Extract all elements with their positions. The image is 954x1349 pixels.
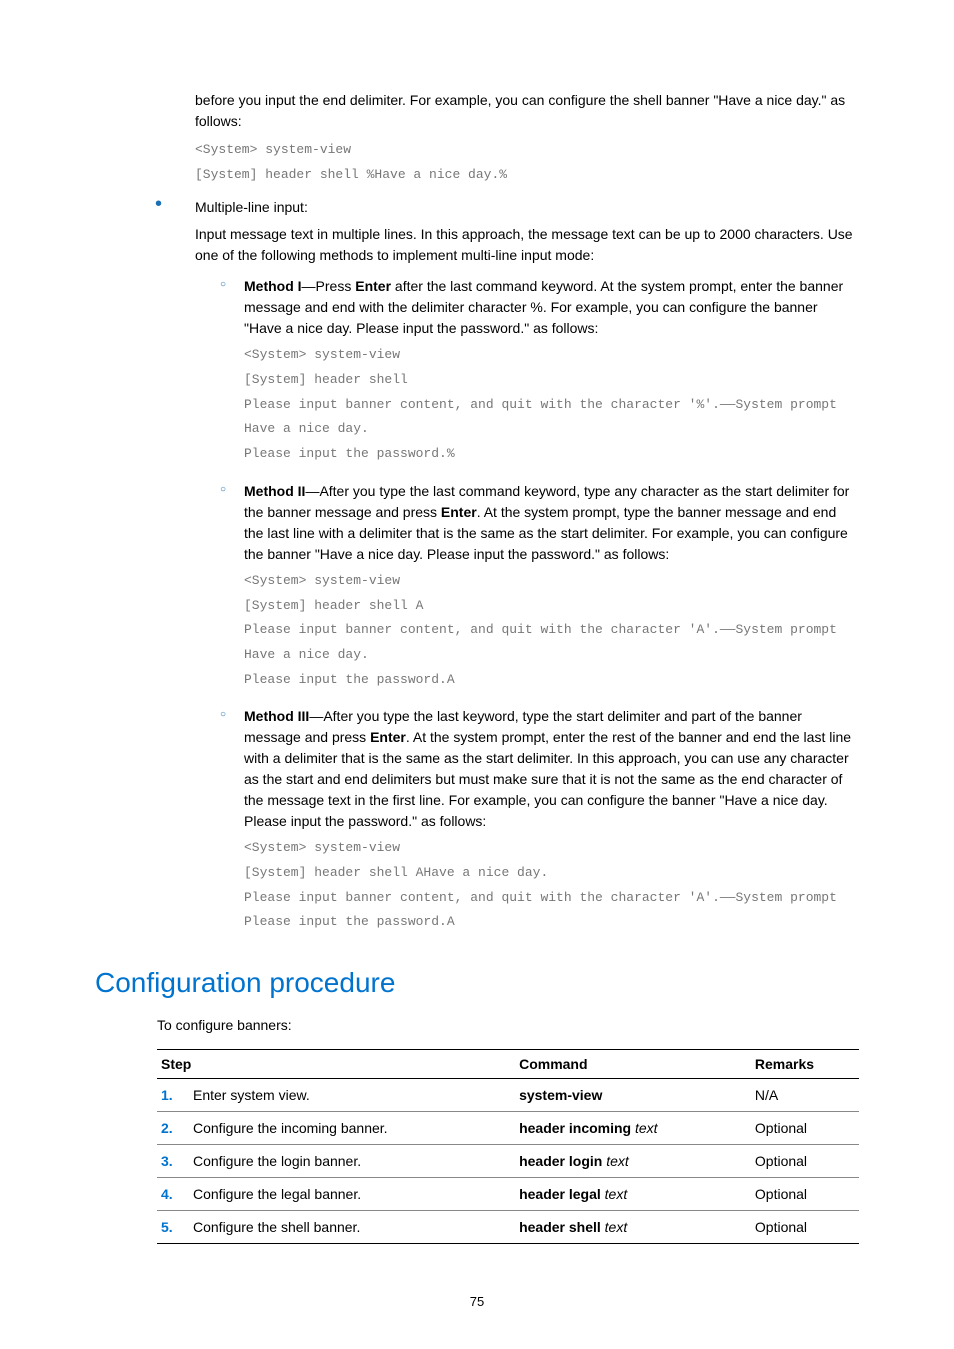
intro-paragraph: before you input the end delimiter. For … — [195, 90, 859, 132]
enter-key: Enter — [355, 278, 391, 294]
method-2-code: <System> system-view [System] header she… — [244, 569, 859, 692]
step-command: header incoming text — [515, 1112, 751, 1145]
method-3: ○ Method III—After you type the last key… — [220, 706, 859, 939]
table-row: 1. Enter system view. system-view N/A — [157, 1079, 859, 1112]
step-command: header login text — [515, 1145, 751, 1178]
method-3-label: Method III — [244, 708, 309, 724]
enter-key: Enter — [441, 504, 477, 520]
table-intro: To configure banners: — [157, 1017, 859, 1033]
step-number: 3. — [157, 1145, 189, 1178]
method-1: ○ Method I—Press Enter after the last co… — [220, 276, 859, 470]
th-step: Step — [157, 1050, 515, 1079]
method-1-label: Method I — [244, 278, 302, 294]
step-remarks: Optional — [751, 1112, 859, 1145]
step-remarks: Optional — [751, 1178, 859, 1211]
table-row: 4. Configure the legal banner. header le… — [157, 1178, 859, 1211]
step-desc: Configure the legal banner. — [189, 1178, 515, 1211]
table-row: 5. Configure the shell banner. header sh… — [157, 1211, 859, 1244]
step-desc: Configure the login banner. — [189, 1145, 515, 1178]
circle-bullet-icon: ○ — [220, 706, 244, 724]
step-number: 1. — [157, 1079, 189, 1112]
circle-bullet-icon: ○ — [220, 276, 244, 294]
step-desc: Enter system view. — [189, 1079, 515, 1112]
step-command: header shell text — [515, 1211, 751, 1244]
step-number: 2. — [157, 1112, 189, 1145]
enter-key: Enter — [370, 729, 406, 745]
bullet-paragraph: Input message text in multiple lines. In… — [195, 224, 859, 266]
step-number: 5. — [157, 1211, 189, 1244]
page-number: 75 — [95, 1294, 859, 1309]
step-command: header legal text — [515, 1178, 751, 1211]
step-command: system-view — [515, 1079, 751, 1112]
table-row: 2. Configure the incoming banner. header… — [157, 1112, 859, 1145]
method-3-code: <System> system-view [System] header she… — [244, 836, 859, 935]
section-heading: Configuration procedure — [95, 967, 859, 999]
step-remarks: Optional — [751, 1211, 859, 1244]
method-1-text-a: —Press — [302, 278, 356, 294]
bullet-dot-icon: • — [155, 197, 195, 211]
table-row: 3. Configure the login banner. header lo… — [157, 1145, 859, 1178]
step-remarks: N/A — [751, 1079, 859, 1112]
th-remarks: Remarks — [751, 1050, 859, 1079]
circle-bullet-icon: ○ — [220, 481, 244, 499]
method-2: ○ Method II—After you type the last comm… — [220, 481, 859, 696]
bullet-multiple-line: • Multiple-line input: — [155, 197, 859, 218]
step-number: 4. — [157, 1178, 189, 1211]
step-desc: Configure the incoming banner. — [189, 1112, 515, 1145]
th-command: Command — [515, 1050, 751, 1079]
bullet-label: Multiple-line input: — [195, 197, 308, 218]
step-remarks: Optional — [751, 1145, 859, 1178]
config-table: Step Command Remarks 1. Enter system vie… — [157, 1049, 859, 1244]
method-1-code: <System> system-view [System] header she… — [244, 343, 859, 466]
step-desc: Configure the shell banner. — [189, 1211, 515, 1244]
method-2-label: Method II — [244, 483, 305, 499]
code-block-1: <System> system-view [System] header she… — [195, 138, 859, 187]
